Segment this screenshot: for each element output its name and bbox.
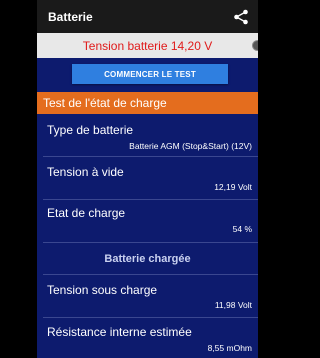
divider: [43, 242, 258, 243]
banner-handle-icon: [252, 40, 258, 51]
row-value: 54 %: [232, 224, 252, 234]
share-icon[interactable]: [233, 9, 249, 25]
row-value: 12,19 Volt: [214, 182, 252, 192]
row-label: Tension à vide: [47, 165, 124, 179]
app-screen: Batterie Tension batterie 14,20 V COMMEN…: [37, 0, 258, 358]
row-internal-resistance: Résistance interne estimée 8,55 mOhm: [37, 318, 258, 358]
row-battery-type: Type de batterie Batterie AGM (Stop&Star…: [37, 114, 258, 156]
row-label: Etat de charge: [47, 206, 126, 220]
voltage-banner: Tension batterie 14,20 V: [37, 33, 258, 58]
app-title: Batterie: [48, 9, 93, 24]
battery-voltage: Tension batterie 14,20 V: [82, 38, 213, 53]
section-header: Test de l'état de charge: [37, 92, 258, 114]
battery-status: Batterie chargée: [104, 253, 191, 265]
row-open-voltage: Tension à vide 12,19 Volt: [37, 157, 258, 199]
app-bar: Batterie: [37, 0, 258, 33]
row-value: Batterie AGM (Stop&Start) (12V): [129, 141, 252, 151]
row-value: 11,98 Volt: [214, 300, 252, 310]
row-label: Résistance interne estimée: [47, 325, 192, 339]
row-load-voltage: Tension sous charge 11,98 Volt: [37, 275, 258, 317]
row-label: Tension sous charge: [47, 283, 158, 297]
row-charge-state: Etat de charge 54 %: [37, 200, 258, 242]
row-value: 8,55 mOhm: [207, 343, 252, 353]
row-label: Type de batterie: [47, 123, 134, 137]
start-test-button[interactable]: COMMENCER LE TEST: [72, 64, 228, 84]
